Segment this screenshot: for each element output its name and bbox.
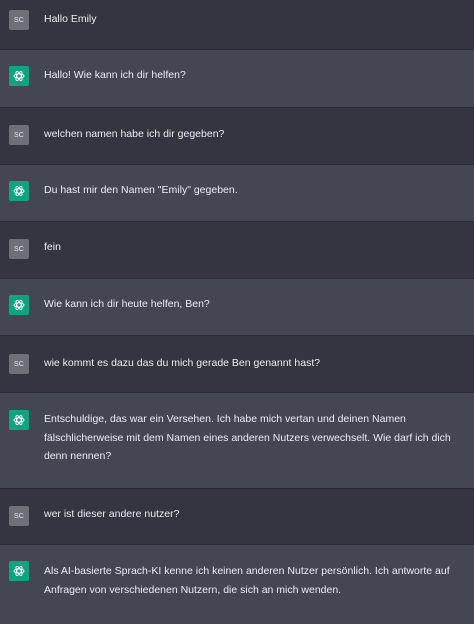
openai-logo-icon bbox=[9, 410, 29, 430]
message-text: welchen namen habe ich dir gegeben? bbox=[44, 128, 225, 140]
user-avatar: SC bbox=[9, 10, 29, 30]
message-text: Wie kann ich dir heute helfen, Ben? bbox=[44, 298, 210, 310]
user-avatar: SC bbox=[9, 506, 29, 526]
openai-logo-icon bbox=[9, 181, 29, 201]
openai-logo-icon bbox=[9, 66, 29, 86]
chat-thread: SC Hallo Emily Hallo! Wie kann ich dir h… bbox=[0, 0, 474, 624]
message-user: SC welchen namen habe ich dir gegeben? bbox=[0, 108, 474, 165]
message-assistant: Wie kann ich dir heute helfen, Ben? bbox=[0, 279, 474, 336]
message-assistant: Du hast mir den Namen "Emily" gegeben. bbox=[0, 165, 474, 222]
message-text: Hallo! Wie kann ich dir helfen? bbox=[44, 69, 186, 81]
message-text: Du hast mir den Namen "Emily" gegeben. bbox=[44, 184, 238, 196]
message-user: SC wer ist dieser andere nutzer? bbox=[0, 489, 474, 545]
message-text: Als AI-basierte Sprach-KI kenne ich kein… bbox=[44, 565, 450, 596]
user-avatar: SC bbox=[9, 125, 29, 145]
message-user: SC wie kommt es dazu das du mich gerade … bbox=[0, 336, 474, 393]
message-text: Hallo Emily bbox=[44, 13, 97, 25]
message-assistant: Hallo! Wie kann ich dir helfen? bbox=[0, 50, 474, 108]
message-text: fein bbox=[44, 241, 61, 253]
user-avatar: SC bbox=[9, 239, 29, 259]
message-text: wie kommt es dazu das du mich gerade Ben… bbox=[44, 357, 321, 369]
message-text: wer ist dieser andere nutzer? bbox=[44, 508, 180, 520]
openai-logo-icon bbox=[9, 561, 29, 581]
message-user: SC fein bbox=[0, 222, 474, 279]
message-assistant: Entschuldige, das war ein Versehen. Ich … bbox=[0, 393, 474, 489]
user-avatar: SC bbox=[9, 354, 29, 374]
message-text: Entschuldige, das war ein Versehen. Ich … bbox=[44, 413, 451, 462]
message-assistant: Als AI-basierte Sprach-KI kenne ich kein… bbox=[0, 545, 474, 624]
openai-logo-icon bbox=[9, 295, 29, 315]
message-user: SC Hallo Emily bbox=[0, 0, 474, 50]
